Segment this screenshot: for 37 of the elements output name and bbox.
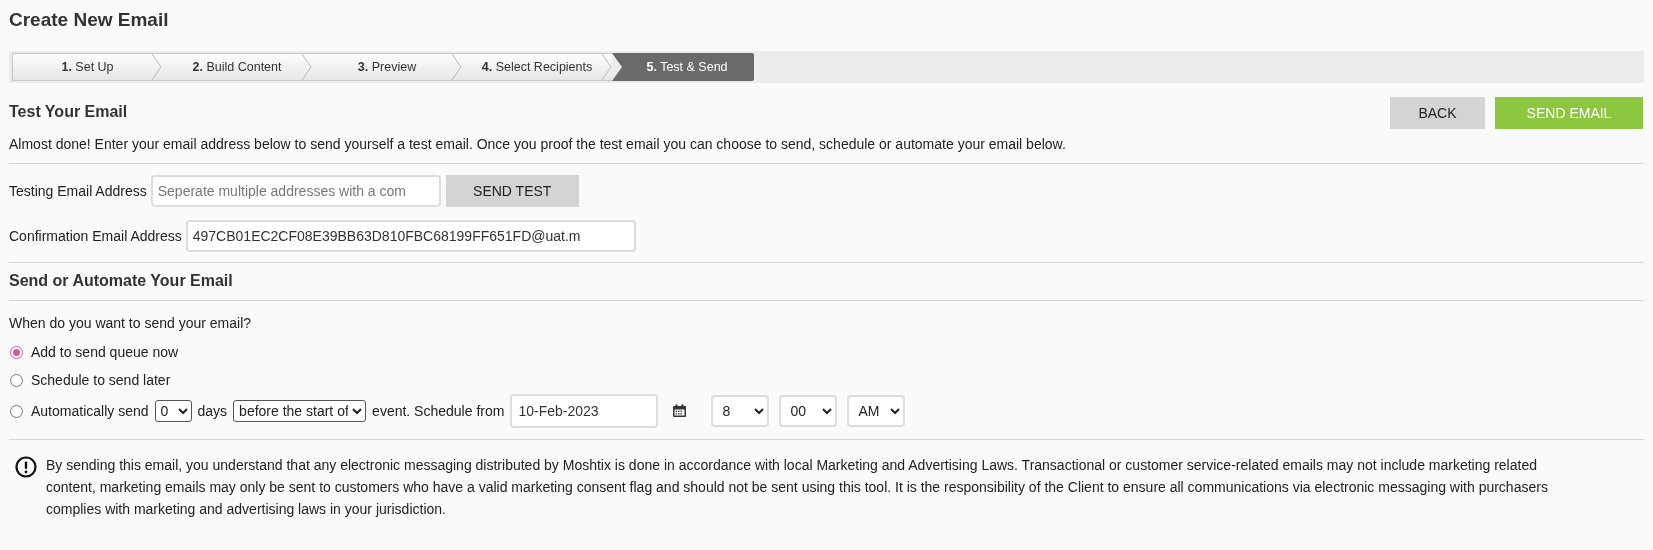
chevron-icon bbox=[302, 54, 312, 80]
section-heading: Test Your Email bbox=[9, 102, 128, 122]
step-tab[interactable]: 2. Build Content bbox=[162, 53, 312, 81]
calendar-icon[interactable] bbox=[672, 404, 688, 418]
chevron-icon bbox=[452, 54, 462, 80]
radio-button[interactable] bbox=[10, 373, 23, 387]
question-text: When do you want to send your email? bbox=[9, 314, 253, 333]
step-tab[interactable]: 1. Set Up bbox=[12, 53, 162, 81]
field-label: Confirmation Email Address bbox=[9, 226, 182, 246]
date-field[interactable]: 10-Feb-2023 bbox=[510, 394, 659, 428]
chevron-icon bbox=[602, 54, 612, 80]
ampm-select[interactable]: AM bbox=[847, 395, 906, 427]
send-test-button[interactable]: SEND TEST bbox=[445, 175, 579, 207]
option-label: days bbox=[197, 401, 228, 421]
option-label: Add to send queue now bbox=[31, 342, 179, 362]
step-tab[interactable]: 5. Test & Send bbox=[612, 53, 754, 81]
testing-email-field[interactable]: Seperate multiple addresses with a com bbox=[150, 175, 441, 207]
minute-select[interactable]: 00 bbox=[779, 395, 838, 427]
hour-select[interactable]: 8 bbox=[711, 395, 770, 427]
timing-select[interactable]: before the start of bbox=[233, 400, 367, 422]
intro-text: Almost done! Enter your email address below to send yourself a test email. Once you proof the test email you can choose to send, schedule or automate your email below. bbox=[9, 135, 1067, 153]
section-heading: Send or Automate Your Email bbox=[9, 271, 234, 291]
radio-button[interactable] bbox=[10, 345, 23, 359]
step-tab[interactable]: 3. Preview bbox=[312, 53, 462, 81]
alert-icon bbox=[15, 456, 37, 478]
confirmation-email-field[interactable]: 497CB01EC2CF08E39BB63D810FBC68199FF651FD@uat.m bbox=[185, 220, 636, 252]
option-label: event. Schedule from bbox=[372, 401, 505, 421]
option-label: Automatically send bbox=[31, 401, 149, 421]
back-button[interactable]: BACK bbox=[1390, 97, 1485, 129]
step-tab[interactable]: 4. Select Recipients bbox=[462, 53, 612, 81]
page-title: Create New Email bbox=[9, 8, 170, 32]
radio-button[interactable] bbox=[10, 404, 23, 418]
option-label: Schedule to send later bbox=[31, 370, 171, 390]
chevron-icon bbox=[152, 54, 162, 80]
days-select[interactable]: 0 bbox=[154, 400, 192, 422]
field-label: Testing Email Address bbox=[9, 181, 147, 201]
notice-text: By sending this email, you understand that any electronic messaging distributed by Moshtix is done in accordance with local Marketing and Advertising Laws. Transactional or customer service-related emails may not include marketing related content, marketing emails may only be sent to customers who have a valid marketing consent flag and should not be sent using this tool. It is the responsibility of the Client to ensure all communications via electronic messaging with purchasers complies with marketing and advertising laws in your jurisdiction. bbox=[46, 456, 1549, 519]
